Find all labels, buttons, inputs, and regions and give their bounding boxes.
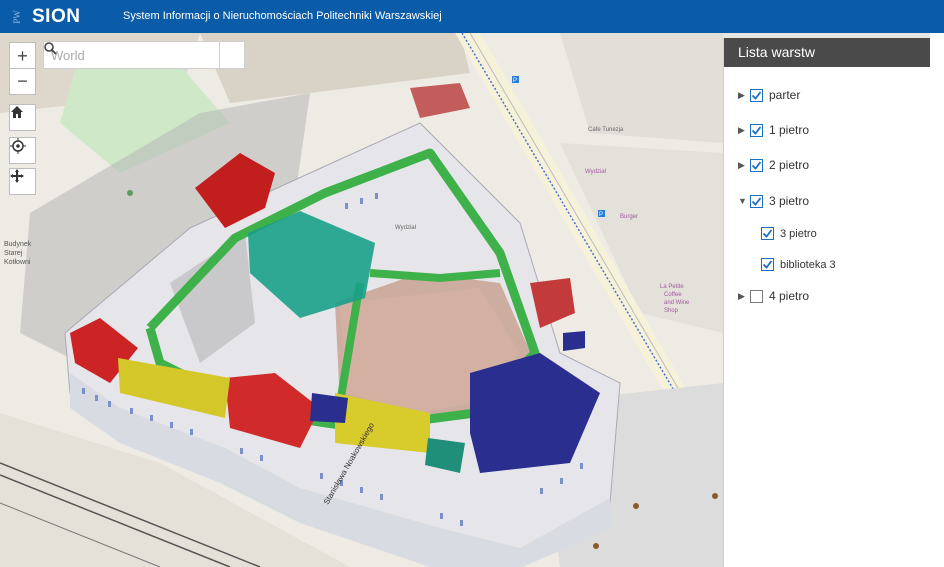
app-logo[interactable]: SION [32, 6, 80, 28]
layer-label: 4 pietro [769, 289, 810, 303]
home-button[interactable] [9, 104, 36, 131]
layer-list-panel: Lista warstw ▶ parter ▶ 1 pietro ▶ 2 pie… [723, 38, 930, 567]
sublayer-row-3-pietro[interactable]: 3 pietro [761, 227, 817, 240]
collapse-arrow-icon[interactable]: ▼ [738, 196, 748, 206]
layer-checkbox[interactable] [750, 88, 763, 102]
svg-text:P: P [599, 212, 603, 218]
map-canvas: Stanisława Noakowskiego Budynek Starej K… [0, 33, 723, 567]
locate-button[interactable] [9, 137, 36, 164]
check-icon [751, 90, 762, 100]
svg-text:Shop: Shop [664, 308, 679, 314]
logo-mark: PW [11, 10, 22, 24]
layer-label: 2 pietro [769, 158, 810, 172]
search-input[interactable] [44, 42, 219, 68]
expand-arrow-icon[interactable]: ▶ [738, 90, 748, 101]
svg-text:La Petite: La Petite [660, 284, 684, 290]
layer-row-parter[interactable]: ▶ parter [738, 88, 800, 102]
layer-row-3-pietro[interactable]: ▼ 3 pietro [738, 194, 809, 208]
expand-arrow-icon[interactable]: ▶ [738, 160, 748, 171]
svg-text:Wydział: Wydział [585, 169, 607, 175]
check-icon [762, 229, 773, 238]
svg-text:Burger: Burger [620, 214, 638, 220]
layer-checkbox[interactable] [750, 289, 763, 303]
layer-row-1-pietro[interactable]: ▶ 1 pietro [738, 123, 809, 137]
svg-text:Wydział: Wydział [395, 225, 417, 231]
search-box [43, 41, 245, 69]
map-label-building: Budynek [4, 241, 32, 248]
app-title: System Informacji o Nieruchomościach Pol… [123, 10, 442, 22]
locate-icon [10, 138, 26, 154]
expand-arrow-icon[interactable]: ▶ [738, 291, 748, 302]
zoom-out-button[interactable]: − [9, 68, 36, 95]
expand-arrow-icon[interactable]: ▶ [738, 125, 748, 136]
svg-text:P: P [513, 78, 517, 84]
pan-button[interactable] [9, 168, 36, 195]
layer-row-4-pietro[interactable]: ▶ 4 pietro [738, 289, 809, 303]
sublayer-label: 3 pietro [780, 227, 817, 240]
layer-checkbox[interactable] [750, 194, 763, 208]
svg-text:Cafe Tunezja: Cafe Tunezja [588, 127, 624, 133]
svg-text:and Wine: and Wine [664, 300, 690, 306]
check-icon [751, 125, 762, 135]
right-edge-strip [930, 33, 944, 567]
sublayer-label: biblioteka 3 [780, 258, 836, 271]
svg-text:Coffee: Coffee [664, 292, 682, 298]
layer-checkbox[interactable] [750, 123, 763, 137]
check-icon [751, 160, 762, 170]
sublayer-checkbox[interactable] [761, 227, 774, 240]
search-button[interactable] [44, 42, 244, 68]
search-icon [44, 42, 57, 55]
sublayer-row-biblioteka-3[interactable]: biblioteka 3 [761, 258, 836, 271]
layer-label: parter [769, 88, 801, 102]
zoom-in-button[interactable]: + [9, 42, 36, 69]
layer-label: 1 pietro [769, 123, 810, 137]
layer-label: 3 pietro [769, 194, 810, 208]
app-header: PW SION System Informacji o Nieruchomośc… [0, 0, 944, 33]
map-view[interactable]: Stanisława Noakowskiego Budynek Starej K… [0, 33, 723, 567]
pan-icon [10, 169, 24, 183]
sublayer-checkbox[interactable] [761, 258, 774, 271]
svg-text:Starej: Starej [4, 250, 23, 257]
layer-row-2-pietro[interactable]: ▶ 2 pietro [738, 158, 809, 172]
check-icon [762, 260, 773, 269]
check-icon [751, 196, 762, 206]
home-icon [11, 106, 23, 118]
svg-text:Kotłowni: Kotłowni [4, 259, 31, 266]
layer-checkbox[interactable] [750, 158, 763, 172]
panel-title: Lista warstw [724, 38, 930, 67]
